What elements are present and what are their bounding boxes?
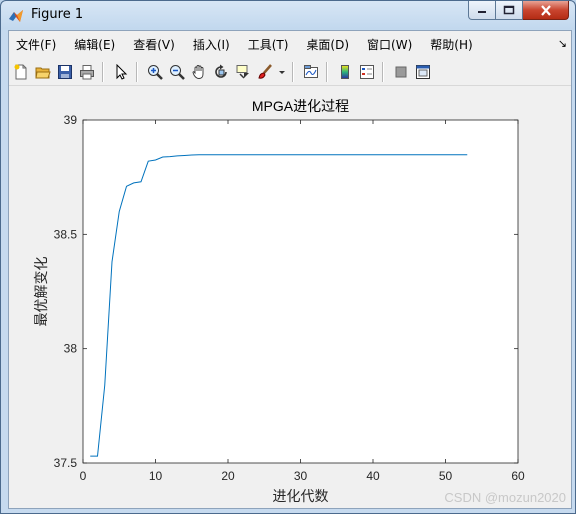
menu-help[interactable]: 帮助(H) [430, 36, 472, 53]
y-tick-label: 37.5 [54, 456, 78, 470]
pan-hand-icon[interactable] [189, 62, 209, 82]
data-cursor-icon[interactable] [233, 62, 253, 82]
save-icon[interactable] [55, 62, 75, 82]
link-plot-icon[interactable] [301, 62, 321, 82]
chart-title: MPGA进化过程 [252, 98, 349, 114]
y-tick-label: 38.5 [54, 227, 78, 241]
x-tick-label: 60 [511, 469, 525, 483]
toolbar-separator [136, 61, 138, 82]
x-tick-label: 50 [439, 469, 453, 483]
plot-svg: MPGA进化过程 进化代数 最优解变化 0 10 20 30 40 50 60 37.5 38 3… [33, 98, 566, 505]
y-axis-label: 最优解变化 [33, 257, 49, 327]
toolbar-separator [292, 61, 294, 82]
x-tick-label: 10 [149, 469, 163, 483]
new-figure-icon[interactable] [11, 62, 31, 82]
y-tick-label: 38 [64, 342, 78, 356]
menu-view[interactable]: 查看(V) [133, 36, 175, 53]
open-file-icon[interactable] [33, 62, 53, 82]
figure-toolbar [9, 58, 571, 86]
toolbar-separator [326, 61, 328, 82]
brush-icon[interactable] [255, 62, 275, 82]
maximize-button[interactable] [496, 1, 523, 20]
menu-insert[interactable]: 插入(I) [193, 36, 230, 53]
rotate-3d-icon[interactable] [211, 62, 231, 82]
menu-edit[interactable]: 编辑(E) [74, 36, 115, 53]
client-area: 文件(F) 编辑(E) 查看(V) 插入(I) 工具(T) 桌面(D) 窗口(W… [8, 30, 572, 509]
maximize-icon [503, 5, 515, 15]
zoom-out-icon[interactable] [167, 62, 187, 82]
axes-background[interactable] [82, 119, 519, 464]
insert-legend-icon[interactable] [357, 62, 377, 82]
show-plot-tools-icon[interactable] [413, 62, 433, 82]
menu-window[interactable]: 窗口(W) [367, 36, 412, 53]
menu-desktop[interactable]: 桌面(D) [306, 36, 349, 53]
minimize-button[interactable] [468, 1, 496, 20]
toolbar-separator [382, 61, 384, 82]
matlab-icon [8, 8, 24, 24]
close-button[interactable] [523, 1, 569, 20]
insert-colorbar-icon[interactable] [335, 62, 355, 82]
window-controls [468, 1, 569, 20]
zoom-in-icon[interactable] [145, 62, 165, 82]
x-tick-label: 20 [221, 469, 235, 483]
dock-arrow-icon[interactable]: ↘ [558, 37, 567, 50]
minimize-icon [478, 11, 486, 13]
brush-dropdown-icon[interactable] [277, 62, 287, 82]
hide-plot-tools-icon[interactable] [391, 62, 411, 82]
window-title: Figure 1 [31, 7, 84, 22]
toolbar-separator [102, 61, 104, 82]
figure-window: Figure 1 文件(F) 编辑(E) 查看(V) 插入(I) 工具(T) 桌… [0, 0, 576, 514]
edit-plot-arrow-icon[interactable] [111, 62, 131, 82]
title-bar[interactable]: Figure 1 [1, 1, 575, 30]
menu-bar: 文件(F) 编辑(E) 查看(V) 插入(I) 工具(T) 桌面(D) 窗口(W… [9, 31, 571, 57]
menu-file[interactable]: 文件(F) [16, 36, 56, 53]
menu-tools[interactable]: 工具(T) [248, 36, 289, 53]
x-axis-label: 进化代数 [273, 488, 329, 504]
x-tick-label: 30 [294, 469, 308, 483]
figure-canvas: MPGA进化过程 进化代数 最优解变化 0 10 20 30 40 50 60 37.5 38 3… [10, 87, 570, 507]
print-icon[interactable] [77, 62, 97, 82]
watermark: CSDN @mozun2020 [444, 490, 566, 505]
y-tick-label: 39 [64, 113, 78, 127]
x-tick-label: 40 [366, 469, 380, 483]
close-icon [540, 4, 551, 16]
x-tick-label: 0 [80, 469, 87, 483]
